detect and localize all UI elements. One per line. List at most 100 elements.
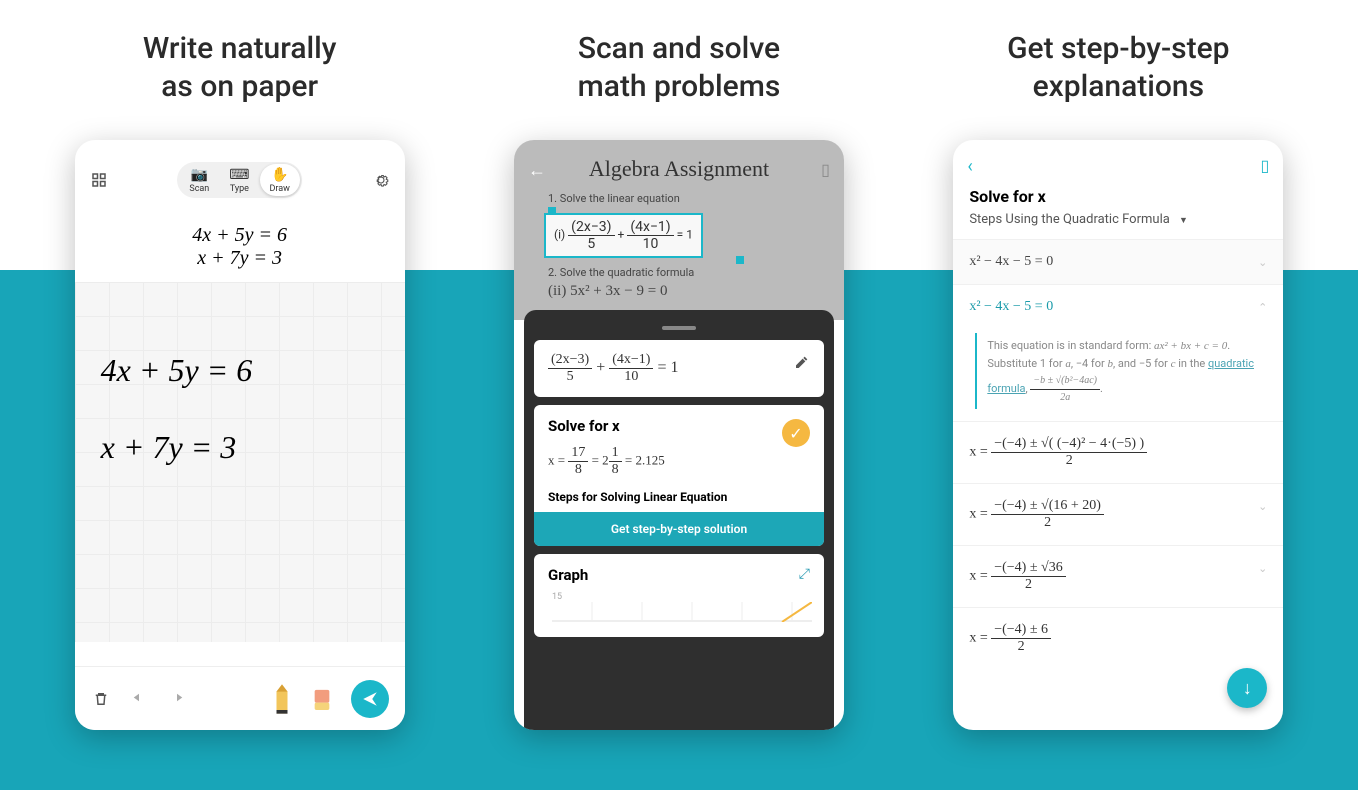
mode-draw[interactable]: ✋ Draw <box>260 164 300 196</box>
history-icon[interactable] <box>89 170 109 190</box>
crop-handle-icon[interactable] <box>736 256 744 264</box>
steps-topbar: ‹ ▯ <box>953 140 1283 181</box>
edit-icon[interactable] <box>794 354 810 374</box>
column-steps: Get step-by-step explanations ‹ ▯ Solve … <box>929 30 1308 790</box>
caret-down-icon: ▼ <box>1179 216 1188 226</box>
step-row[interactable]: x = −(−4) ± √362 ⌄ <box>953 545 1283 607</box>
eq-num2: (4x−1) <box>609 352 653 369</box>
eraser-tool-icon[interactable] <box>311 684 333 714</box>
eq-plus: + <box>596 359 605 376</box>
back-chevron-icon[interactable]: ‹ <box>967 156 972 177</box>
mode-type-label: Type <box>230 184 249 194</box>
step-den: 2 <box>991 639 1051 655</box>
task-2-prompt: 2. Solve the quadratic formula <box>548 266 830 279</box>
drawing-canvas[interactable]: 4x + 5y = 6 x + 7y = 3 <box>75 282 405 642</box>
eq-rhs: = 1 <box>677 228 693 242</box>
eq-den2: 10 <box>609 369 653 385</box>
step-eq: x² − 4x − 5 = 0 <box>969 254 1053 269</box>
step-row[interactable]: x = −(−4) ± √( (−4)² − 4·(−5) )2 <box>953 421 1283 483</box>
recognized-equation-card: (2x−3)5 + (4x−1)10 = 1 <box>534 340 824 397</box>
hand-draw-icon: ✋ <box>271 168 288 184</box>
solve-result: x = 178 = 218 = 2.125 <box>548 445 810 478</box>
chevron-down-icon: ⌄ <box>1258 562 1267 575</box>
step-den: 2 <box>991 515 1104 531</box>
chevron-down-icon: ⌄ <box>1258 256 1267 269</box>
headline-write-line2: as on paper <box>161 69 318 104</box>
step-pre: x = <box>969 445 991 460</box>
solution-bottom-sheet[interactable]: (2x−3)5 + (4x−1)10 = 1 Solve for x x = 1… <box>524 310 834 730</box>
task-2-equation: (ii) 5x² + 3x − 9 = 0 <box>548 283 830 300</box>
mode-type[interactable]: ⌨ Type <box>219 164 259 196</box>
exp-e: in the <box>1176 357 1208 370</box>
bookmark-icon[interactable]: ▯ <box>821 160 830 179</box>
mode-scan-label: Scan <box>189 184 209 194</box>
mode-scan[interactable]: 📷 Scan <box>179 164 219 196</box>
scan-crop-selection[interactable]: (i) (2x−3)5 + (4x−1)10 = 1 <box>544 213 703 258</box>
method-label: Steps Using the Quadratic Formula <box>969 212 1169 227</box>
step-pre: x = <box>969 631 991 646</box>
graph-tick: 15 <box>552 592 562 602</box>
settings-icon[interactable] <box>371 170 391 190</box>
solve-heading: Solve for x <box>548 417 810 435</box>
sv-e: 8 <box>609 462 622 478</box>
eq-den2: 10 <box>627 236 673 252</box>
step-row-active[interactable]: x² − 4x − 5 = 0 ⌃ <box>953 284 1283 329</box>
exp-period: . <box>1100 382 1103 395</box>
solve-card: Solve for x x = 178 = 218 = 2.125 ✓ Step… <box>534 405 824 546</box>
sv-dec: = 2.125 <box>625 452 665 467</box>
step-num: −(−4) ± √36 <box>991 560 1065 577</box>
eq-den1: 5 <box>548 369 592 385</box>
column-scan: Scan and solve math problems ← ▯ Algebra… <box>489 30 868 790</box>
expand-icon[interactable]: ⤢ <box>799 566 810 582</box>
method-dropdown[interactable]: Steps Using the Quadratic Formula ▼ <box>953 210 1283 239</box>
step-den: 2 <box>991 577 1065 593</box>
undo-icon[interactable] <box>129 689 149 709</box>
check-badge-icon: ✓ <box>782 419 810 447</box>
bookmark-icon[interactable]: ▯ <box>1261 156 1270 177</box>
phone-scan: ← ▯ Algebra Assignment 1. Solve the line… <box>514 140 844 730</box>
task2-eq: 5x² + 3x − 9 = 0 <box>570 283 667 299</box>
graph-card[interactable]: Graph ⤢ 15 <box>534 554 824 637</box>
panels-container: Write naturally as on paper 📷 Scan ⌨ Typ… <box>0 0 1358 790</box>
hand-line-1: 4x + 5y = 6 <box>101 352 253 388</box>
qf-den: 2a <box>1030 390 1100 406</box>
scanned-document: ← ▯ Algebra Assignment 1. Solve the line… <box>514 140 844 320</box>
back-icon[interactable]: ← <box>528 160 546 181</box>
formula-line-2: x + 7y = 3 <box>75 247 405 270</box>
step-pre: x = <box>969 569 991 584</box>
headline-write-line1: Write naturally <box>143 31 337 66</box>
get-solution-button[interactable]: Get step-by-step solution <box>534 512 824 546</box>
input-mode-switcher: 📷 Scan ⌨ Type ✋ Draw <box>177 162 302 198</box>
step-num: −(−4) ± √(16 + 20) <box>991 498 1104 515</box>
hand-line-2: x + 7y = 3 <box>101 429 237 465</box>
draw-toolbar: 📷 Scan ⌨ Type ✋ Draw <box>75 140 405 206</box>
eq-num2: (4x−1) <box>627 219 673 236</box>
redo-icon[interactable] <box>167 689 187 709</box>
drag-handle-icon[interactable] <box>662 326 696 330</box>
eq-rhs: = 1 <box>657 359 678 376</box>
chevron-down-icon: ⌄ <box>1258 500 1267 513</box>
keyboard-icon: ⌨ <box>229 168 249 184</box>
exp-std: ax² + bx + c = 0 <box>1154 340 1227 352</box>
steps-heading: Steps for Solving Linear Equation <box>548 490 810 504</box>
trash-icon[interactable] <box>91 689 111 709</box>
step-row[interactable]: x² − 4x − 5 = 0 ⌄ <box>953 239 1283 284</box>
submit-button[interactable] <box>351 680 389 718</box>
crop-handle-icon[interactable] <box>548 207 556 215</box>
step-row[interactable]: x = −(−4) ± 62 <box>953 607 1283 669</box>
headline-write: Write naturally as on paper <box>143 30 337 110</box>
steps-title: Solve for x <box>953 181 1283 210</box>
exp-c: , −4 for <box>1071 357 1108 370</box>
step-num: −(−4) ± 6 <box>991 622 1051 639</box>
scroll-down-fab[interactable]: ↓ <box>1227 668 1267 708</box>
pencil-tool-icon[interactable] <box>271 684 293 714</box>
headline-steps-line2: explanations <box>1033 69 1205 104</box>
graph-gridline-icon <box>552 602 812 622</box>
exp-a: This equation is in standard form: <box>987 339 1154 352</box>
step-row[interactable]: x = −(−4) ± √(16 + 20)2 ⌄ <box>953 483 1283 545</box>
step-den: 2 <box>991 453 1147 469</box>
eq-den1: 5 <box>568 236 614 252</box>
document-title: Algebra Assignment <box>528 156 830 182</box>
task-1-prompt: 1. Solve the linear equation <box>548 192 830 205</box>
recognized-equation: (2x−3)5 + (4x−1)10 = 1 <box>548 352 810 385</box>
